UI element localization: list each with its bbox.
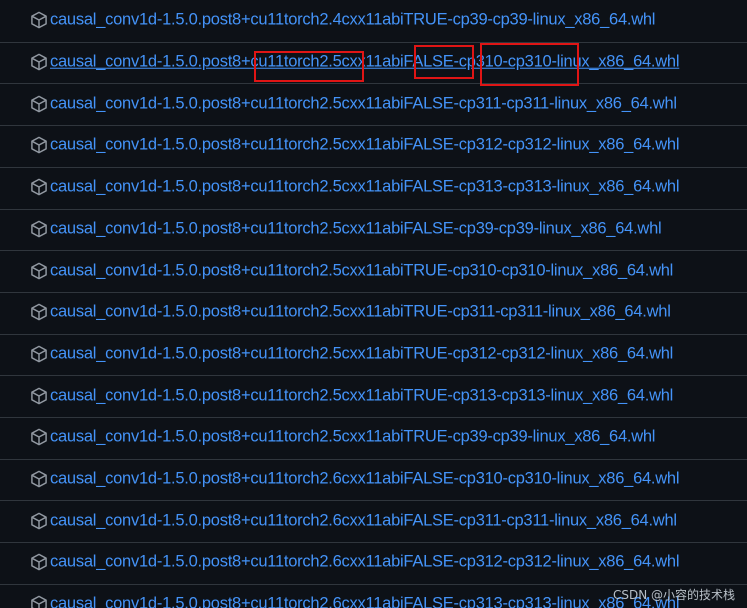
asset-row[interactable]: causal_conv1d-1.5.0.post8+cu11torch2.5cx… bbox=[0, 333, 747, 376]
asset-row[interactable]: causal_conv1d-1.5.0.post8+cu11torch2.5cx… bbox=[0, 125, 747, 167]
package-icon bbox=[30, 178, 48, 196]
asset-download-link[interactable]: causal_conv1d-1.5.0.post8+cu11torch2.6cx… bbox=[50, 470, 680, 489]
package-icon bbox=[30, 95, 48, 113]
asset-row[interactable]: causal_conv1d-1.5.0.post8+cu11torch2.5cx… bbox=[0, 291, 747, 334]
asset-download-link[interactable]: causal_conv1d-1.5.0.post8+cu11torch2.5cx… bbox=[50, 261, 673, 280]
package-icon bbox=[30, 11, 48, 29]
release-assets-list: causal_conv1d-1.5.0.post8+cu11torch2.4cx… bbox=[0, 0, 747, 608]
package-icon bbox=[30, 470, 48, 488]
package-icon bbox=[30, 428, 48, 446]
watermark: CSDN @小容的技术栈 bbox=[612, 588, 735, 602]
asset-download-link[interactable]: causal_conv1d-1.5.0.post8+cu11torch2.5cx… bbox=[50, 345, 673, 364]
asset-download-link[interactable]: causal_conv1d-1.5.0.post8+cu11torch2.6cx… bbox=[50, 511, 677, 530]
asset-row[interactable]: causal_conv1d-1.5.0.post8+cu11torch2.5cx… bbox=[0, 250, 747, 292]
asset-row[interactable]: causal_conv1d-1.5.0.post8+cu11torch2.6cx… bbox=[0, 500, 747, 542]
asset-download-link[interactable]: causal_conv1d-1.5.0.post8+cu11torch2.5cx… bbox=[50, 136, 680, 155]
asset-download-link[interactable]: causal_conv1d-1.5.0.post8+cu11torch2.4cx… bbox=[50, 11, 655, 30]
asset-row[interactable]: causal_conv1d-1.5.0.post8+cu11torch2.5cx… bbox=[0, 41, 747, 84]
package-icon bbox=[30, 262, 48, 280]
asset-row[interactable]: causal_conv1d-1.5.0.post8+cu11torch2.6cx… bbox=[0, 542, 747, 584]
asset-download-link[interactable]: causal_conv1d-1.5.0.post8+cu11torch2.5cx… bbox=[50, 386, 673, 405]
asset-row[interactable]: causal_conv1d-1.5.0.post8+cu11torch2.5cx… bbox=[0, 83, 747, 125]
asset-download-link[interactable]: causal_conv1d-1.5.0.post8+cu11torch2.5cx… bbox=[50, 178, 680, 197]
package-icon bbox=[30, 220, 48, 238]
package-icon bbox=[30, 345, 48, 363]
package-icon bbox=[30, 553, 48, 571]
asset-row[interactable]: causal_conv1d-1.5.0.post8+cu11torch2.5cx… bbox=[0, 375, 747, 417]
asset-download-link[interactable]: causal_conv1d-1.5.0.post8+cu11torch2.5cx… bbox=[50, 220, 662, 239]
package-icon bbox=[30, 512, 48, 530]
package-icon bbox=[30, 595, 48, 608]
asset-download-link[interactable]: causal_conv1d-1.5.0.post8+cu11torch2.5cx… bbox=[50, 53, 680, 72]
asset-download-link[interactable]: causal_conv1d-1.5.0.post8+cu11torch2.6cx… bbox=[50, 595, 680, 608]
asset-row[interactable]: causal_conv1d-1.5.0.post8+cu11torch2.4cx… bbox=[0, 0, 747, 42]
package-icon bbox=[30, 136, 48, 154]
asset-row[interactable]: causal_conv1d-1.5.0.post8+cu11torch2.5cx… bbox=[0, 166, 747, 209]
package-icon bbox=[30, 53, 48, 71]
asset-download-link[interactable]: causal_conv1d-1.5.0.post8+cu11torch2.5cx… bbox=[50, 94, 677, 113]
package-icon bbox=[30, 303, 48, 321]
asset-download-link[interactable]: causal_conv1d-1.5.0.post8+cu11torch2.6cx… bbox=[50, 553, 680, 572]
asset-row[interactable]: causal_conv1d-1.5.0.post8+cu11torch2.5cx… bbox=[0, 417, 747, 459]
asset-row[interactable]: causal_conv1d-1.5.0.post8+cu11torch2.6cx… bbox=[0, 458, 747, 501]
package-icon bbox=[30, 387, 48, 405]
asset-download-link[interactable]: causal_conv1d-1.5.0.post8+cu11torch2.5cx… bbox=[50, 428, 655, 447]
asset-row[interactable]: causal_conv1d-1.5.0.post8+cu11torch2.5cx… bbox=[0, 208, 747, 251]
asset-download-link[interactable]: causal_conv1d-1.5.0.post8+cu11torch2.5cx… bbox=[50, 303, 671, 322]
